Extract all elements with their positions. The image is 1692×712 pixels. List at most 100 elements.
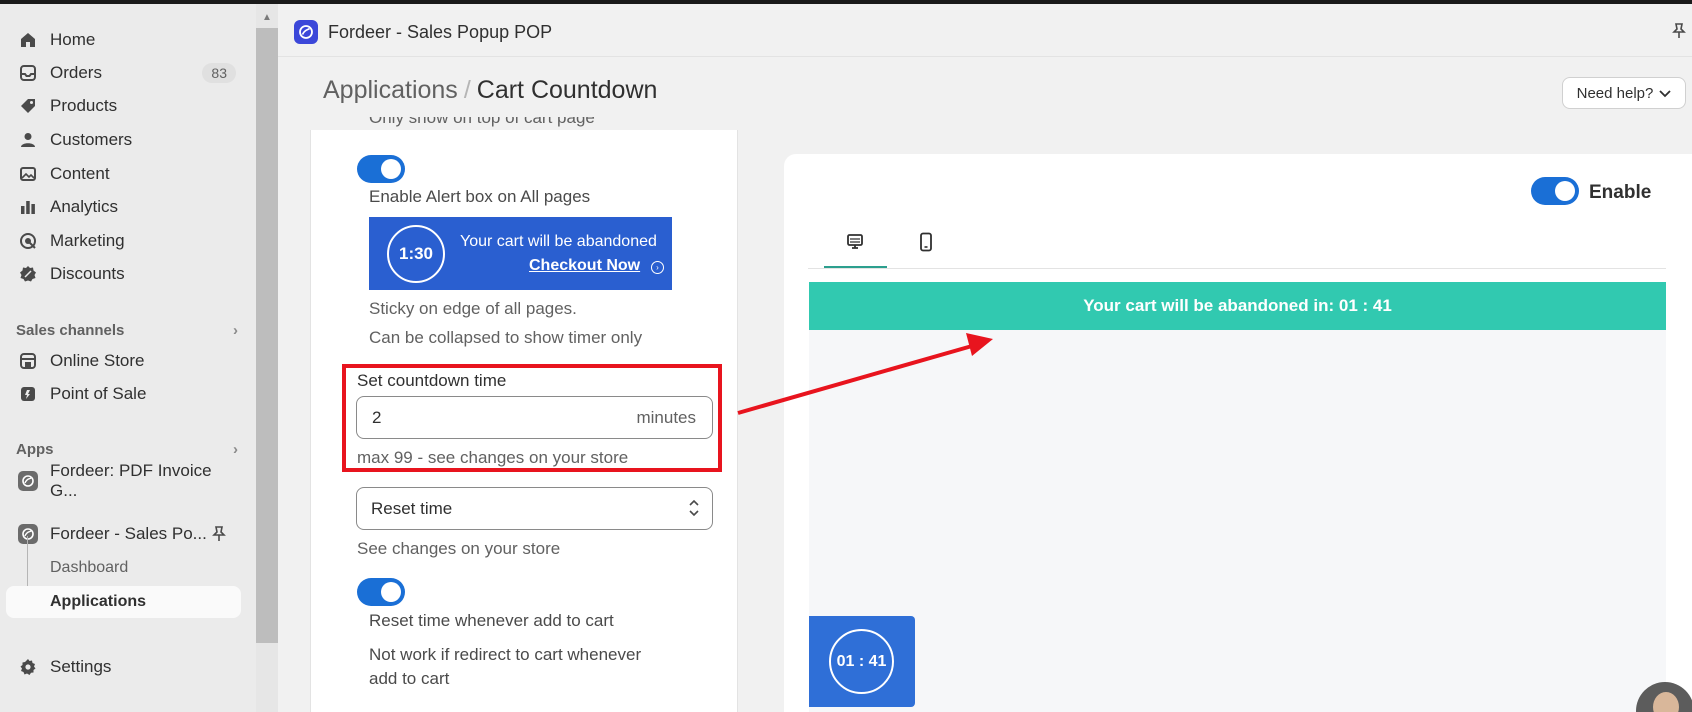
avatar-face <box>1653 692 1679 712</box>
sidebar-item-point-of-sale[interactable]: Point of Sale <box>6 378 241 410</box>
alert-toggle-label: Enable Alert box on All pages <box>369 187 591 206</box>
sidebar-item-label: Fordeer - Sales Po... <box>50 524 207 543</box>
countdown-banner: Your cart will be abandoned in: 01 : 41 <box>809 282 1666 330</box>
note-text-line1: Not work if redirect to cart whenever <box>369 645 642 664</box>
sidebar-item-orders[interactable]: Orders 83 <box>6 57 241 89</box>
fordeer-app-icon <box>18 471 38 491</box>
apps-header[interactable]: Apps › <box>16 439 238 459</box>
reset-on-add-toggle[interactable] <box>357 578 405 606</box>
tab-mobile[interactable] <box>894 220 958 268</box>
admin-sidebar: Home Orders 83 Products Customers Conten… <box>0 4 256 712</box>
target-icon <box>18 231 38 251</box>
nav-spacer <box>18 592 38 612</box>
home-icon <box>18 30 38 50</box>
alert-box-toggle[interactable] <box>357 155 405 183</box>
breadcrumb: Applications / Cart Countdown <box>323 76 657 105</box>
sidebar-item-home[interactable]: Home <box>6 24 241 56</box>
breadcrumb-parent-link[interactable]: Applications <box>323 76 458 104</box>
sidebar-item-products[interactable]: Products <box>6 90 241 122</box>
sidebar-item-label: Dashboard <box>50 559 129 576</box>
section-title: Apps <box>16 440 54 458</box>
alert-box-preview: 1:30 Your cart will be abandoned Checkou… <box>369 217 672 290</box>
checkout-now-link[interactable]: Checkout Now <box>529 257 640 275</box>
select-chevron-icon <box>688 497 700 524</box>
enable-label: Enable <box>1589 182 1652 203</box>
sidebar-item-content[interactable]: Content <box>6 158 241 190</box>
alert-text: Your cart will be abandoned <box>460 233 657 250</box>
sidebar-item-label: Point of Sale <box>50 384 147 403</box>
reset-time-select[interactable]: Reset time <box>356 487 713 530</box>
nav-spacer <box>18 558 38 578</box>
orders-count-badge: 83 <box>202 63 236 83</box>
section-title: Sales channels <box>16 321 125 339</box>
fordeer-app-icon-wrap <box>18 471 38 491</box>
app-title-bar: Fordeer - Sales Popup POP <box>278 4 1692 57</box>
storefront-preview-area <box>809 282 1666 712</box>
need-help-label: Need help? <box>1576 84 1654 102</box>
collapsed-timer-widget[interactable]: 01 : 41 <box>809 616 915 707</box>
pin-icon[interactable] <box>1672 22 1686 45</box>
sidebar-item-pdf-invoice-app[interactable]: Fordeer: PDF Invoice G... <box>6 461 241 500</box>
sidebar-item-label: Online Store <box>50 351 145 370</box>
breadcrumb-separator: / <box>463 76 471 104</box>
sales-channels-header[interactable]: Sales channels › <box>16 320 238 340</box>
sidebar-scrollbar-thumb[interactable] <box>256 28 278 643</box>
scroll-up-arrow-icon[interactable]: ▲ <box>262 12 272 23</box>
sidebar-item-label: Orders <box>50 63 102 82</box>
discount-icon <box>18 264 38 284</box>
sidebar-item-customers[interactable]: Customers <box>6 124 241 156</box>
cut-off-text: Only show on top of cart page <box>369 117 595 129</box>
sidebar-item-label: Customers <box>50 130 133 149</box>
arrow-right-circle-icon: › <box>651 261 664 274</box>
reset-help-text: See changes on your store <box>357 539 561 558</box>
gear-icon <box>18 657 38 677</box>
enable-toggle[interactable] <box>1531 177 1579 205</box>
sidebar-item-analytics[interactable]: Analytics <box>6 191 241 223</box>
sidebar-item-settings[interactable]: Settings <box>6 651 241 683</box>
person-icon <box>18 130 38 150</box>
sidebar-item-label: Settings <box>50 657 112 676</box>
pin-icon[interactable] <box>211 525 227 548</box>
sidebar-item-label: Products <box>50 96 118 115</box>
sidebar-item-label: Discounts <box>50 264 125 283</box>
countdown-time-input[interactable]: 2 minutes <box>356 396 713 439</box>
tag-icon <box>18 96 38 116</box>
sidebar-item-label: Content <box>50 164 110 183</box>
app-title: Fordeer - Sales Popup POP <box>328 22 553 42</box>
countdown-help-text: max 99 - see changes on your store <box>357 448 629 467</box>
mobile-icon <box>918 232 934 257</box>
sidebar-item-label: Analytics <box>50 197 119 216</box>
sidebar-item-sales-popup-app[interactable]: Fordeer - Sales Po... <box>6 518 241 550</box>
chevron-right-icon: › <box>233 321 238 339</box>
countdown-time-value: 2 <box>372 408 382 427</box>
sidebar-item-dashboard[interactable]: Dashboard <box>6 552 241 584</box>
sidebar-item-label: Applications <box>50 593 147 610</box>
image-icon <box>18 164 38 184</box>
chevron-down-icon <box>1659 85 1671 102</box>
desktop-icon <box>845 233 865 256</box>
sidebar-item-applications[interactable]: Applications <box>6 586 241 618</box>
sidebar-item-label: Home <box>50 30 96 49</box>
sticky-text: Sticky on edge of all pages. <box>369 299 577 318</box>
countdown-label: Set countdown time <box>357 371 507 390</box>
pos-icon <box>18 384 38 404</box>
page-title: Cart Countdown <box>476 76 658 104</box>
bar-chart-icon <box>18 197 38 217</box>
inbox-icon <box>18 63 38 83</box>
countdown-time-suffix: minutes <box>636 408 696 427</box>
collapse-text: Can be collapsed to show timer only <box>369 328 643 347</box>
note-text-line2: add to cart <box>369 669 450 688</box>
tab-desktop[interactable] <box>823 220 887 268</box>
need-help-button[interactable]: Need help? <box>1562 77 1686 109</box>
tabs-divider <box>808 268 1666 269</box>
reset-time-selected: Reset time <box>371 499 453 518</box>
sidebar-item-label: Marketing <box>50 231 125 250</box>
sidebar-item-online-store[interactable]: Online Store <box>6 345 241 377</box>
countdown-banner-text: Your cart will be abandoned in: 01 : 41 <box>1083 296 1392 315</box>
chevron-right-icon: › <box>233 440 238 458</box>
app-logo-icon <box>294 20 318 44</box>
store-icon <box>18 351 38 371</box>
sidebar-item-discounts[interactable]: Discounts <box>6 258 241 290</box>
sidebar-item-marketing[interactable]: Marketing <box>6 225 241 257</box>
collapsed-timer-text: 01 : 41 <box>829 629 894 694</box>
